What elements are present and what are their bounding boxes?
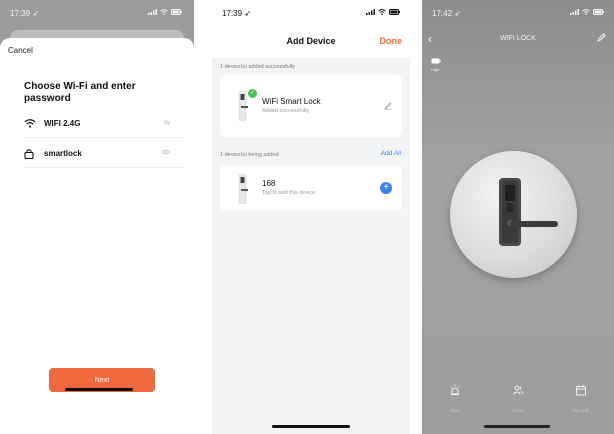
wifi-status-icon [378, 9, 386, 15]
nav-bar: Add Device Done [212, 26, 410, 58]
status-time: 17:42 ➶ [432, 9, 461, 18]
add-all-button[interactable]: Add All [381, 150, 401, 157]
signal-icon [366, 9, 375, 15]
tab-label: Users [512, 408, 524, 413]
page-title: WIFI LOCK [500, 35, 536, 42]
status-icons [148, 9, 182, 15]
status-icons [570, 9, 604, 15]
location-arrow-icon: ➶ [454, 9, 461, 18]
door-lock-image [499, 178, 558, 246]
edit-pencil-icon[interactable] [597, 33, 606, 42]
cancel-button[interactable]: Cancel [8, 46, 33, 55]
home-indicator [484, 425, 550, 428]
added-device-card[interactable]: ✓ WiFi Smart Lock Added successfully [220, 75, 402, 137]
device-name: WiFi Smart Lock [262, 97, 321, 106]
signal-icon [570, 9, 579, 15]
password-field[interactable]: smartlock [44, 149, 82, 158]
smart-lock-thumbnail [238, 174, 248, 204]
wifi-icon [24, 119, 36, 128]
device-status: Added successfully [262, 108, 310, 114]
users-icon [513, 385, 524, 395]
status-time: 17:39 ➶ [222, 9, 251, 18]
battery-icon [593, 9, 604, 15]
lock-battery-icon [431, 58, 441, 64]
wifi-network-name: WIFI 2.4G [44, 119, 81, 128]
lock-icon [24, 149, 34, 159]
switch-network-icon[interactable]: ⇆ [164, 119, 170, 127]
screenshot-collage: 17:39 ➶ Cancel Choose Wi-Fi and enter pa… [0, 0, 614, 434]
status-time: 17:39 ➶ [10, 9, 39, 18]
status-bar: 17:39 ➶ [0, 0, 194, 28]
done-button[interactable]: Done [380, 36, 403, 46]
wifi-lock-screen: 17:42 ➶ ‹ WIFI LOCK High Alarm Users Rec… [422, 0, 614, 434]
tab-label: Alarm [449, 408, 461, 413]
section-adding-label: 1 device(s) being added [220, 152, 279, 158]
wifi-status-icon [582, 9, 590, 15]
status-bar: 17:42 ➶ [422, 0, 614, 26]
alarm-icon [450, 384, 460, 395]
password-row[interactable]: smartlock [24, 140, 184, 168]
tab-users[interactable]: Users [493, 384, 543, 413]
wifi-sheet: Cancel Choose Wi-Fi and enter password W… [0, 38, 194, 434]
add-device-screen: 17:39 ➶ Add Device Done 1 device(s) adde… [212, 0, 410, 434]
lock-display-disc[interactable] [450, 151, 577, 278]
wifi-network-row[interactable]: WIFI 2.4G ⇆ [24, 110, 184, 138]
show-password-icon[interactable] [160, 149, 171, 157]
pending-device-card[interactable]: 168 Tap to add this device + [220, 165, 402, 211]
wifi-setup-screen: 17:39 ➶ Cancel Choose Wi-Fi and enter pa… [0, 0, 194, 434]
signal-icon [148, 9, 157, 15]
tab-alarm[interactable]: Alarm [430, 384, 480, 413]
battery-icon [171, 9, 182, 15]
device-status: Tap to add this device [262, 190, 316, 196]
home-indicator [65, 388, 133, 391]
section-added-label: 1 device(s) added successfully [220, 64, 295, 70]
home-indicator [272, 425, 350, 428]
status-bar: 17:39 ➶ [212, 0, 410, 26]
edit-pencil-icon[interactable] [384, 102, 392, 110]
battery-level-label: High [431, 67, 440, 72]
tab-label: Records [572, 408, 590, 413]
smart-lock-thumbnail [238, 91, 248, 121]
battery-icon [389, 9, 400, 15]
wifi-heading: Choose Wi-Fi and enter password [24, 81, 136, 104]
location-arrow-icon: ➶ [244, 9, 251, 18]
success-check-icon: ✓ [248, 89, 257, 98]
device-name: 168 [262, 179, 276, 188]
add-device-plus-icon[interactable]: + [380, 182, 392, 194]
tab-records[interactable]: Records [556, 384, 606, 413]
status-icons [366, 9, 400, 15]
calendar-icon [576, 385, 586, 396]
wifi-status-icon [160, 9, 168, 15]
location-arrow-icon: ➶ [32, 9, 39, 18]
